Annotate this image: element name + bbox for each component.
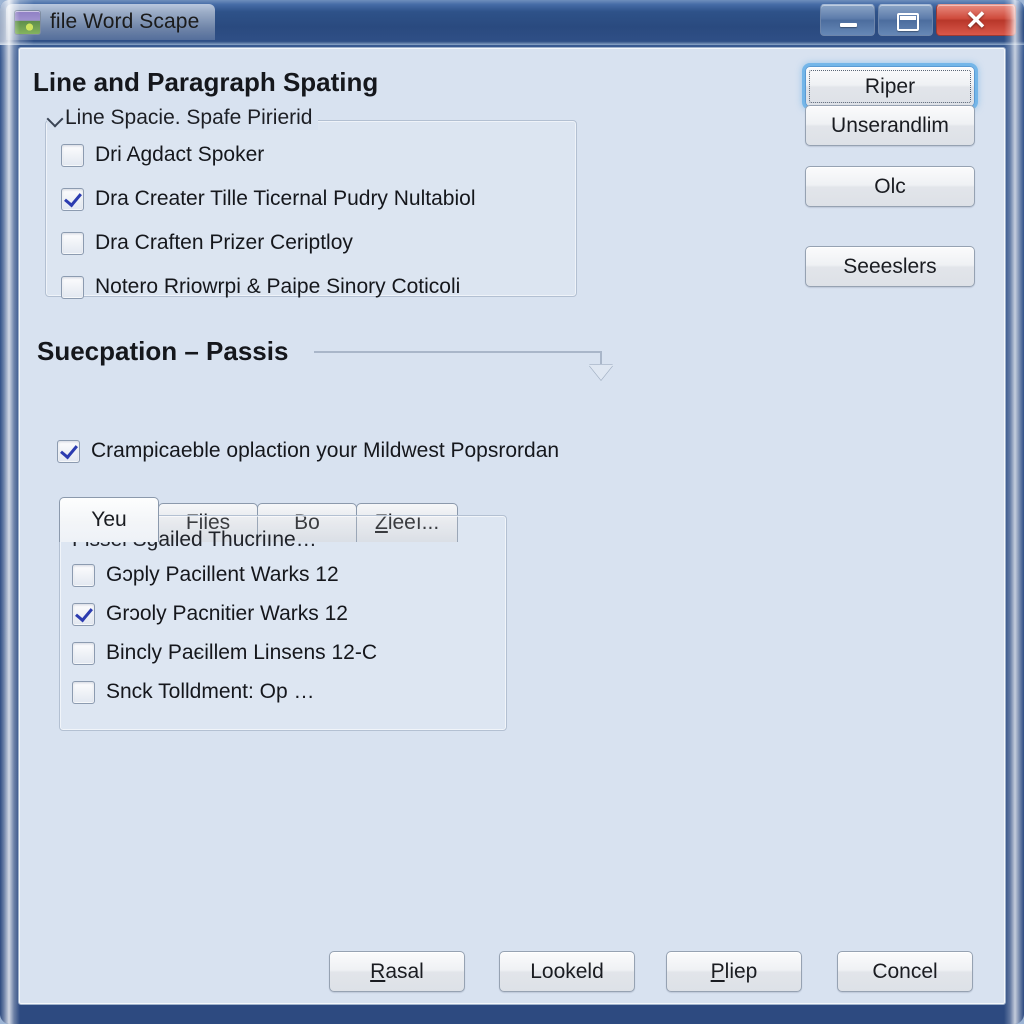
list-item-3-label: Snck Tolldment: Op … <box>106 680 315 703</box>
list-item-0-row[interactable]: Gɔply Pacillent Warks 12 <box>72 563 339 587</box>
line-spacing-groupbox-legend-label: Line Spacie. Spafe Pirierid <box>65 106 313 129</box>
line-spacing-option-2-row[interactable]: Dra Craften Prizer Ceriptloy <box>61 231 353 255</box>
line-spacing-option-0-row[interactable]: Dri Agdact Spoker <box>61 143 264 167</box>
list-item-1-label: Grɔoly Pacnitier Warks 12 <box>106 602 348 625</box>
line-spacing-option-3-checkbox[interactable] <box>61 275 84 299</box>
dialog-button-label: Concel <box>872 959 938 983</box>
restore-icon <box>896 13 919 31</box>
window-controls: ✕ <box>817 2 1016 38</box>
close-icon: ✕ <box>965 5 987 35</box>
tab-content-panel: Fissel Sgailed Thucriıne… Gɔply Pacillen… <box>59 515 507 731</box>
tab-label: Yeu <box>91 508 127 531</box>
side-button-label: Olc <box>874 174 906 198</box>
list-item-1-row[interactable]: Grɔoly Pacnitier Warks 12 <box>72 602 348 626</box>
restore-button[interactable] <box>878 4 933 36</box>
minimize-button[interactable] <box>820 4 875 36</box>
side-button-unserandlim[interactable]: Unserandlim <box>805 105 975 146</box>
list-item-3-row[interactable]: Snck Tolldment: Op … <box>72 680 315 704</box>
line-spacing-groupbox-legend[interactable]: Line Spacie. Spafe Pirierid <box>47 106 319 130</box>
spacing-section-rule <box>314 351 602 353</box>
line-spacing-option-0-checkbox[interactable] <box>61 143 84 167</box>
spacing-section-title: Suecpation – Passis <box>37 336 289 366</box>
side-button-label: Seeeslers <box>843 254 937 278</box>
side-button-olc[interactable]: Olc <box>805 166 975 207</box>
chevron-down-icon <box>47 110 63 126</box>
dropdown-arrow-icon[interactable] <box>589 365 613 380</box>
image-photo-icon <box>14 9 41 35</box>
spacing-option-label: Crampicaeble oplaction your Mildwest Pop… <box>91 439 560 462</box>
list-item-3-checkbox[interactable] <box>72 680 95 704</box>
close-button[interactable]: ✕ <box>936 4 1016 36</box>
line-spacing-option-3-label: Notero Rriowrpi & Paipe Sinory Coticoli <box>95 275 461 298</box>
dialog-button-label: Lookeld <box>530 959 604 983</box>
line-spacing-option-2-label: Dra Craften Prizer Ceriptloy <box>95 231 353 254</box>
dialog-button-concel[interactable]: Concel <box>837 951 973 992</box>
list-item-2-label: Bincly Paєillem Linsens 12-C <box>106 641 377 664</box>
title-bar: file Word Scape ✕ <box>0 0 1024 45</box>
dialog-button-label: asal <box>385 959 424 983</box>
list-item-0-checkbox[interactable] <box>72 563 95 587</box>
line-spacing-option-1-label: Dra Creater Tille Ticernal Pudry Nultabi… <box>95 187 476 210</box>
line-spacing-option-2-checkbox[interactable] <box>61 231 84 255</box>
spacing-option-checkbox-row[interactable]: Crampicaeble oplaction your Mildwest Pop… <box>57 439 559 463</box>
side-button-label: Unserandlim <box>831 113 949 137</box>
window-title: file Word Scape <box>50 10 200 33</box>
side-button-label: Riper <box>864 74 916 98</box>
dialog-button-pliep[interactable]: Pliep <box>666 951 802 992</box>
dialog-button-mnemonic: R <box>370 959 386 983</box>
line-spacing-option-1-checkbox[interactable] <box>61 187 84 211</box>
application-window: file Word Scape ✕ Line and Paragraph Spa… <box>0 0 1024 1024</box>
line-spacing-option-1-row[interactable]: Dra Creater Tille Ticernal Pudry Nultabi… <box>61 187 475 211</box>
line-spacing-option-3-row[interactable]: Notero Rriowrpi & Paipe Sinory Coticoli <box>61 275 460 299</box>
dialog-button-label: liep <box>724 959 758 983</box>
list-item-0-label: Gɔply Pacillent Warks 12 <box>106 563 339 586</box>
spacing-option-checkbox[interactable] <box>57 439 80 463</box>
minimize-icon <box>839 23 857 27</box>
side-button-riper[interactable]: Riper <box>805 66 975 107</box>
line-spacing-option-0-label: Dri Agdact Spoker <box>95 143 265 166</box>
dialog-button-lookeld[interactable]: Lookeld <box>499 951 635 992</box>
side-button-seeeslers[interactable]: Seeeslers <box>805 246 975 287</box>
list-item-2-row[interactable]: Bincly Paєillem Linsens 12-C <box>72 641 377 665</box>
page-title: Line and Paragraph Spating <box>33 67 379 97</box>
dialog-client-area: Line and Paragraph Spating Line Spacie. … <box>18 47 1006 1005</box>
window-title-tab[interactable]: file Word Scape <box>6 4 216 40</box>
dialog-button-rasal[interactable]: Rasal <box>329 951 465 992</box>
list-item-1-checkbox[interactable] <box>72 602 95 626</box>
list-item-2-checkbox[interactable] <box>72 641 95 665</box>
tab-yeu[interactable]: Yeu <box>59 497 159 542</box>
dialog-button-mnemonic: P <box>710 959 725 983</box>
